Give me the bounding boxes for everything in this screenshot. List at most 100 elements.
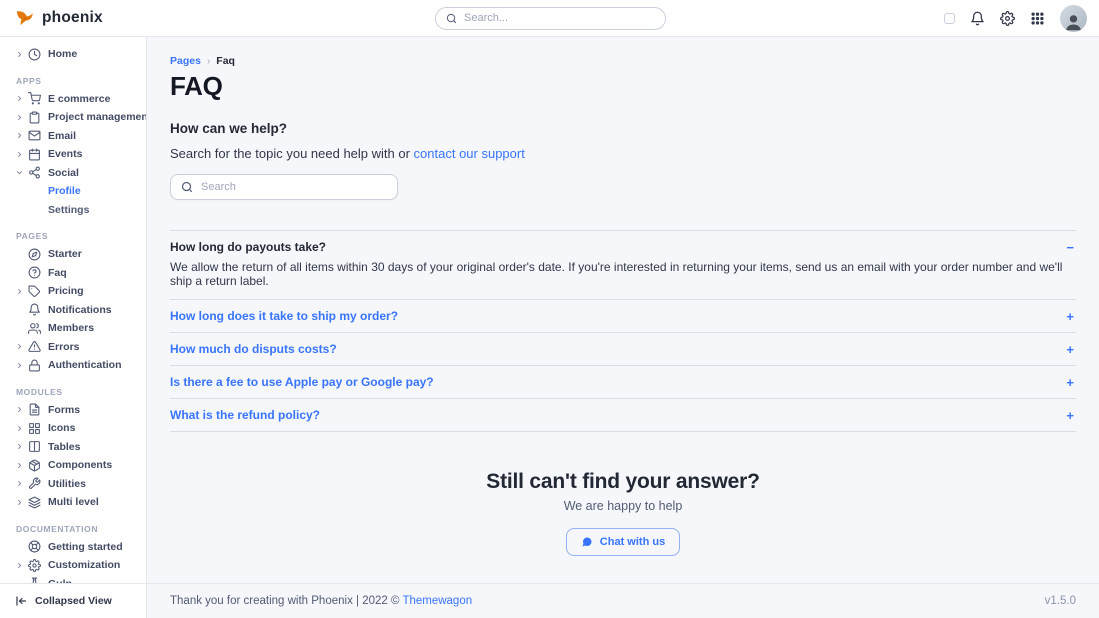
sidebar-nav: Home APPS E commerce Project management Emai… <box>0 37 146 583</box>
sidebar-item-label: Components <box>48 459 112 471</box>
sidebar-item-label: Icons <box>48 422 75 434</box>
share2-icon <box>28 166 41 179</box>
contact-support-link[interactable]: contact our support <box>414 146 525 161</box>
chevron-right-icon <box>16 151 28 158</box>
collapsed-view-toggle[interactable]: Collapsed View <box>0 583 146 618</box>
sidebar-item-label: Pricing <box>48 285 84 297</box>
chevron-down-icon <box>16 169 28 176</box>
global-search-input[interactable] <box>464 12 655 24</box>
chevron-right-icon <box>16 443 28 450</box>
navbar-actions <box>666 5 1099 32</box>
faq-item: How long do payouts take?−We allow the r… <box>170 231 1076 300</box>
faq-question-text: How long does it take to ship my order? <box>170 309 398 323</box>
brand[interactable]: phoenix <box>0 8 435 29</box>
help-text: Search for the topic you need help with … <box>170 146 1076 161</box>
sidebar-item-gulp[interactable]: Gulp <box>0 575 146 584</box>
themewagon-link[interactable]: Themewagon <box>402 595 472 607</box>
sidebar-item-label: Email <box>48 130 76 142</box>
chat-with-us-button[interactable]: Chat with us <box>566 528 680 556</box>
sidebar-item-forms[interactable]: Forms <box>0 401 146 420</box>
page-title: FAQ <box>170 71 1076 102</box>
chevron-right-icon <box>16 343 28 350</box>
columns-icon <box>28 440 41 453</box>
sidebar-item-starter[interactable]: Starter <box>0 245 146 264</box>
plus-icon[interactable]: + <box>1066 310 1076 323</box>
sidebar-item-label: Profile <box>48 185 81 197</box>
sidebar-item-home[interactable]: Home <box>0 45 146 64</box>
sidebar-item-icons[interactable]: Icons <box>0 419 146 438</box>
sidebar-item-label: Members <box>48 322 94 334</box>
chevron-right-icon <box>16 288 28 295</box>
faq-question-how-long-do-payouts-take[interactable]: How long do payouts take?− <box>170 231 1076 256</box>
apps-grid-icon[interactable] <box>1030 11 1045 26</box>
avatar[interactable] <box>1060 5 1087 32</box>
sidebar-item-label: Getting started <box>48 541 123 553</box>
sidebar-item-multi-level[interactable]: Multi level <box>0 493 146 512</box>
gear-icon[interactable] <box>1000 11 1015 26</box>
faq-search-input[interactable] <box>201 181 387 193</box>
plus-icon[interactable]: + <box>1066 409 1076 422</box>
search-icon <box>181 181 193 193</box>
sidebar-item-profile[interactable]: Profile <box>0 182 146 201</box>
faq-question-what-is-the-refund-policy[interactable]: What is the refund policy?+ <box>170 399 1076 431</box>
sidebar-item-label: Multi level <box>48 496 99 508</box>
sidebar-item-getting-started[interactable]: Getting started <box>0 538 146 557</box>
plus-icon[interactable]: + <box>1066 343 1076 356</box>
chat-bubble-icon <box>581 536 593 548</box>
breadcrumb-separator-icon: › <box>207 56 210 67</box>
sidebar-item-faq[interactable]: Faq <box>0 264 146 283</box>
faq-question-text: How much do disputs costs? <box>170 342 337 356</box>
sidebar-item-authentication[interactable]: Authentication <box>0 356 146 375</box>
sidebar-item-label: Errors <box>48 341 80 353</box>
sidebar-item-email[interactable]: Email <box>0 127 146 146</box>
sidebar-section-label-modules: MODULES <box>0 385 146 399</box>
cta-section: Still can't find your answer? We are hap… <box>170 470 1076 556</box>
tool-icon <box>28 477 41 490</box>
sidebar-section-label-apps: APPS <box>0 74 146 88</box>
breadcrumb-pages-link[interactable]: Pages <box>170 55 201 67</box>
sidebar-item-label: Social <box>48 167 79 179</box>
chevron-right-icon <box>16 562 28 569</box>
sidebar-item-label: Forms <box>48 404 80 416</box>
sidebar-item-social[interactable]: Social <box>0 164 146 183</box>
chevron-right-icon <box>16 51 28 58</box>
chat-with-us-label: Chat with us <box>600 536 665 548</box>
clock-icon <box>28 48 41 61</box>
help-text-prefix: Search for the topic you need help with … <box>170 146 414 161</box>
faq-accordion: How long do payouts take?−We allow the r… <box>170 230 1076 432</box>
sidebar-item-tables[interactable]: Tables <box>0 438 146 457</box>
sidebar-item-project-management[interactable]: Project management <box>0 108 146 127</box>
gear-icon <box>28 559 41 572</box>
theme-toggle[interactable] <box>944 13 955 24</box>
sidebar-item-label: Authentication <box>48 359 122 371</box>
sidebar-item-settings[interactable]: Settings <box>0 201 146 220</box>
minus-icon[interactable]: − <box>1066 241 1076 254</box>
faq-question-is-there-a-fee-to-use-apple-pa[interactable]: Is there a fee to use Apple pay or Googl… <box>170 366 1076 398</box>
sidebar-item-customization[interactable]: Customization <box>0 556 146 575</box>
breadcrumb-current: Faq <box>216 55 235 67</box>
sidebar-item-e-commerce[interactable]: E commerce <box>0 90 146 109</box>
sidebar-item-pricing[interactable]: Pricing <box>0 282 146 301</box>
faq-question-how-long-does-it-take-to-ship-[interactable]: How long does it take to ship my order? + <box>170 300 1076 332</box>
sidebar-item-label: E commerce <box>48 93 110 105</box>
sidebar-item-components[interactable]: Components <box>0 456 146 475</box>
sidebar-item-utilities[interactable]: Utilities <box>0 475 146 494</box>
main-area: Pages › Faq FAQ How can we help? Search … <box>147 37 1099 618</box>
cta-subtitle: We are happy to help <box>170 499 1076 513</box>
tag-icon <box>28 285 41 298</box>
faq-search[interactable] <box>170 174 398 200</box>
sidebar-item-label: Settings <box>48 204 89 216</box>
sidebar-item-notifications[interactable]: Notifications <box>0 301 146 320</box>
sidebar-item-members[interactable]: Members <box>0 319 146 338</box>
bell-icon <box>28 303 41 316</box>
top-navbar: phoenix <box>0 0 1099 37</box>
global-search[interactable] <box>435 7 666 30</box>
sidebar-item-errors[interactable]: Errors <box>0 338 146 357</box>
plus-icon[interactable]: + <box>1066 376 1076 389</box>
bell-icon[interactable] <box>970 11 985 26</box>
faq-item: How much do disputs costs? + <box>170 333 1076 366</box>
sidebar-item-events[interactable]: Events <box>0 145 146 164</box>
help-icon <box>28 266 41 279</box>
faq-question-how-much-do-disputs-costs[interactable]: How much do disputs costs? + <box>170 333 1076 365</box>
footer-credit: Thank you for creating with Phoenix | 20… <box>170 595 472 607</box>
